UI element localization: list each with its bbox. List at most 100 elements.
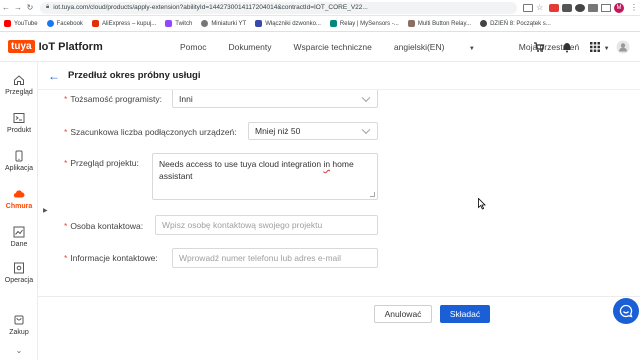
extension-icon[interactable]	[562, 3, 572, 12]
back-icon[interactable]: ←	[0, 3, 12, 12]
site-icon	[480, 20, 488, 27]
input-placeholder: Wprowadź numer telefonu lub adres e-mail	[179, 253, 342, 263]
browser-toolbar: ← → ↻ 🔒︎ iot.tuya.com/cloud/products/app…	[0, 0, 640, 16]
caret-down-icon: ▼	[468, 46, 475, 52]
contact-info-label: * Informacje kontaktowe:	[64, 253, 158, 263]
page-header: ← Przedłuż okres próbny usługi	[38, 62, 640, 90]
address-bar[interactable]: 🔒︎ iot.tuya.com/cloud/products/apply-ext…	[40, 1, 517, 14]
contact-person-input[interactable]: Wpisz osobę kontaktową swojego projektu	[155, 215, 378, 235]
site-icon	[255, 20, 263, 27]
sidebar-item-overview[interactable]: Przegląd	[0, 74, 38, 96]
nav-language[interactable]: angielski(EN) ▼	[394, 42, 497, 52]
sidebar-item-label: Aplikacja	[4, 165, 33, 172]
extension-icon[interactable]	[549, 3, 559, 12]
nav-support[interactable]: Wsparcie techniczne	[293, 42, 371, 52]
chevron-down-icon	[361, 93, 371, 102]
bookmark-item[interactable]: Relay | MySensors -...	[329, 20, 399, 27]
bookmark-item[interactable]: DZIEŃ 8: Początek s...	[480, 20, 551, 27]
reload-icon[interactable]: ↻	[24, 3, 36, 12]
form-footer: Anulować Składać	[38, 296, 640, 330]
bookmark-label: YouTube	[14, 20, 38, 27]
bookmark-item[interactable]: Multi Button Relay...	[407, 20, 471, 27]
label-text: Informacje kontaktowe:	[70, 253, 158, 263]
sidebar-item-label: Operacja	[4, 277, 34, 284]
sidebar-item-label: Dane	[10, 241, 28, 248]
textarea-content: Needs access to use tuya cloud integrati…	[159, 158, 354, 182]
chat-support-button[interactable]	[613, 298, 639, 324]
phone-icon	[15, 150, 23, 162]
bookmark-item[interactable]: Twitch	[165, 20, 192, 27]
chat-icon	[619, 304, 633, 318]
textarea-line: assistant	[159, 171, 193, 181]
settings-icon	[14, 262, 24, 274]
back-arrow-icon[interactable]: ←	[48, 69, 60, 83]
header-icons	[518, 32, 630, 62]
url-text: iot.tuya.com/cloud/products/apply-extens…	[53, 4, 368, 11]
bookmark-item[interactable]: YouTube	[4, 20, 38, 27]
bookmark-item[interactable]: Facebook	[46, 20, 83, 27]
bookmark-star-icon[interactable]: ☆	[536, 3, 546, 12]
youtube-icon	[4, 20, 11, 27]
sidebar-item-app[interactable]: Aplikacja	[0, 150, 38, 172]
logo-badge: tuya	[8, 40, 35, 53]
bookmark-label: Relay | MySensors -...	[339, 20, 399, 27]
bell-icon[interactable]	[560, 40, 574, 54]
bookmark-item[interactable]: Miniaturki YT	[201, 20, 246, 27]
profile-avatar[interactable]: M	[614, 2, 624, 13]
language-label: angielski(EN)	[393, 42, 445, 52]
bookmark-item[interactable]: Włączniki dzwonko...	[255, 20, 321, 27]
sidebar-item-purchase[interactable]: Zakup	[0, 314, 38, 336]
puzzle-icon[interactable]	[588, 3, 598, 12]
sidebar-item-product[interactable]: Produkt	[0, 112, 38, 134]
required-asterisk: *	[64, 127, 68, 137]
select-value: Inni	[179, 93, 193, 104]
bookmark-item[interactable]: AliExpress – kupuj...	[91, 20, 156, 27]
sidebar-item-data[interactable]: Dane	[0, 226, 38, 248]
cancel-button[interactable]: Anulować	[374, 305, 432, 323]
tuya-logo[interactable]: tuya IoT Platform	[8, 40, 103, 53]
cart-icon[interactable]	[532, 40, 546, 54]
bookmarks-bar: YouTube Facebook AliExpress – kupuj... T…	[0, 16, 640, 32]
submit-button[interactable]: Składać	[440, 305, 490, 323]
bookmark-label: Facebook	[56, 20, 83, 27]
project-review-label: * Przegląd projektu:	[64, 158, 139, 168]
resize-handle-icon[interactable]	[370, 192, 375, 197]
label-text: Osoba kontaktowa:	[70, 221, 144, 231]
home-icon	[14, 75, 24, 85]
device-count-select[interactable]: Mniej niż 50	[248, 122, 378, 140]
bookmark-label: Twitch	[175, 20, 193, 27]
select-value: Mniej niż 50	[255, 126, 301, 136]
nav-help[interactable]: Pomoc	[180, 42, 206, 52]
site-icon	[329, 20, 337, 27]
nav-docs[interactable]: Dokumenty	[228, 42, 271, 52]
apps-grid-icon[interactable]	[588, 40, 602, 54]
lock-icon: 🔒︎	[46, 4, 50, 10]
text-run: Needs access to use tuya cloud integrati…	[159, 159, 324, 169]
label-text: Szacunkowa liczba podłączonych urządzeń:	[70, 127, 237, 137]
sidebar-item-cloud[interactable]: Chmura	[0, 188, 38, 210]
share-icon[interactable]	[523, 3, 533, 12]
chart-icon	[13, 226, 25, 238]
sidebar: Przegląd Produkt Aplikacja Chmura Dane O…	[0, 62, 38, 360]
mouse-cursor-icon	[478, 198, 486, 210]
user-avatar[interactable]	[616, 40, 630, 54]
extension-icon[interactable]	[575, 3, 585, 12]
sidebar-item-label: Chmura	[5, 203, 33, 210]
facebook-icon	[46, 20, 54, 27]
sidebar-more[interactable]: ⌄	[0, 346, 38, 355]
sidepanel-icon[interactable]	[601, 3, 611, 12]
site-icon	[407, 20, 415, 27]
page-title: Przedłuż okres próbny usługi	[68, 70, 201, 81]
contact-info-input[interactable]: Wprowadź numer telefonu lub adres e-mail	[172, 248, 378, 268]
label-text: Tożsamość programisty:	[70, 94, 162, 104]
sidebar-item-operation[interactable]: Operacja	[0, 262, 38, 284]
text-run: home	[330, 159, 354, 169]
chevron-down-icon	[361, 125, 371, 135]
label-text: Przegląd projektu:	[70, 158, 139, 168]
menu-icon[interactable]: ⋮	[628, 3, 640, 12]
developer-identity-select[interactable]: Inni	[172, 90, 378, 108]
forward-icon[interactable]: →	[12, 3, 24, 12]
project-review-textarea[interactable]: Needs access to use tuya cloud integrati…	[152, 153, 378, 200]
developer-identity-label: * Tożsamość programisty:	[64, 94, 162, 104]
sidebar-item-label: Przegląd	[5, 89, 33, 96]
